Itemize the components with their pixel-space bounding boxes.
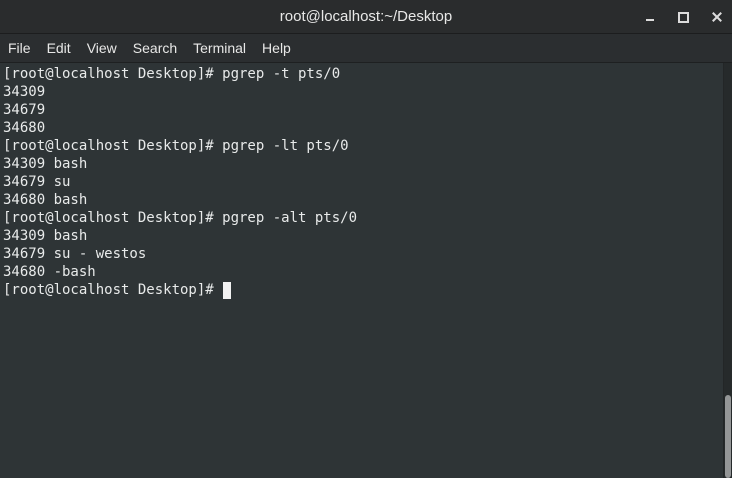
menu-help[interactable]: Help: [262, 34, 291, 62]
minimize-button[interactable]: [638, 6, 662, 28]
terminal-line: 34679 su: [3, 174, 71, 190]
terminal-line: 34679 su - westos: [3, 246, 147, 262]
window-title: root@localhost:~/Desktop: [279, 8, 453, 25]
terminal-line: [root@localhost Desktop]# pgrep -lt pts/…: [3, 138, 349, 154]
text-cursor: [223, 281, 232, 299]
terminal-window: root@localhost:~/Desktop File Edit View …: [0, 0, 732, 478]
terminal-line: [root@localhost Desktop]# pgrep -alt pts…: [3, 210, 358, 226]
maximize-button[interactable]: [671, 6, 695, 28]
menu-edit[interactable]: Edit: [47, 34, 71, 62]
menu-search[interactable]: Search: [133, 34, 177, 62]
menu-terminal[interactable]: Terminal: [193, 34, 246, 62]
current-prompt-line[interactable]: [root@localhost Desktop]#: [3, 281, 232, 299]
current-prompt: [root@localhost Desktop]#: [3, 282, 223, 298]
terminal-line: 34309 bash: [3, 156, 88, 172]
title-bar[interactable]: root@localhost:~/Desktop: [0, 0, 732, 34]
terminal-line: 34309: [3, 84, 46, 100]
scrollbar-thumb[interactable]: [725, 395, 731, 478]
close-button[interactable]: [705, 6, 729, 28]
terminal-output[interactable]: [root@localhost Desktop]# pgrep -t pts/0…: [0, 63, 723, 478]
vertical-scrollbar[interactable]: [723, 63, 732, 478]
close-icon: [711, 11, 723, 23]
terminal-line: 34309 bash: [3, 228, 88, 244]
menu-bar: File Edit View Search Terminal Help: [0, 34, 732, 63]
terminal-line: 34680: [3, 120, 46, 136]
minimize-icon: [646, 19, 654, 21]
terminal-line: 34679: [3, 102, 46, 118]
terminal-line: [root@localhost Desktop]# pgrep -t pts/0: [3, 66, 341, 82]
menu-file[interactable]: File: [8, 34, 31, 62]
terminal-line: 34680 bash: [3, 192, 88, 208]
terminal-line: 34680 -bash: [3, 264, 96, 280]
menu-view[interactable]: View: [87, 34, 117, 62]
maximize-icon: [677, 11, 689, 23]
